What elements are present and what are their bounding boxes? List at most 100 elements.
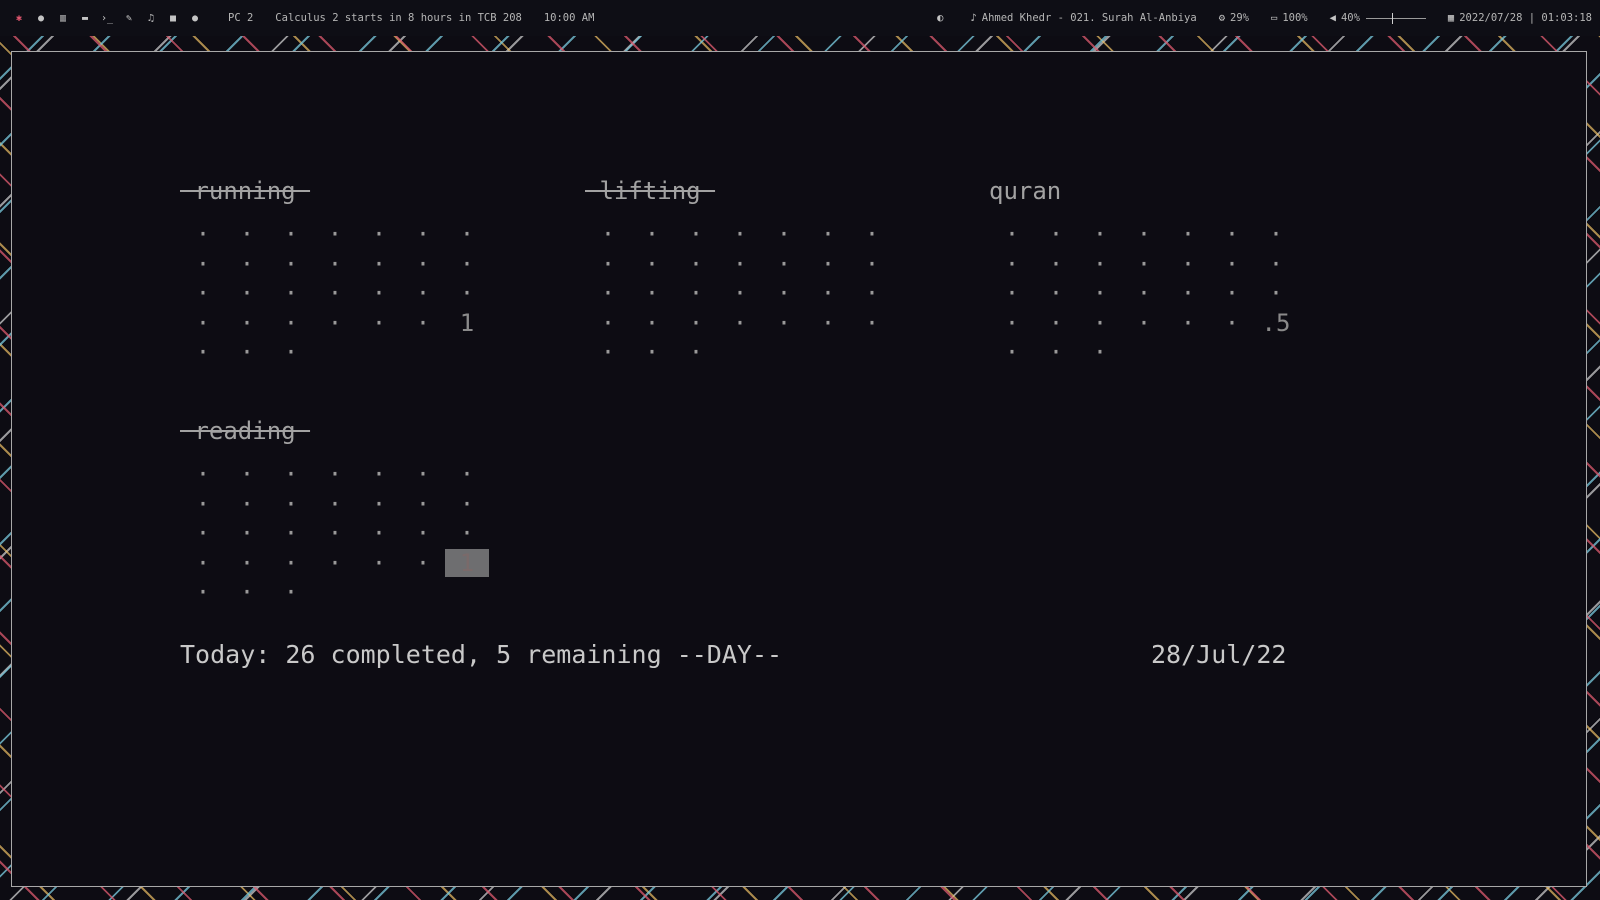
habit-day-cell[interactable]: ·: [1122, 250, 1166, 278]
habit-day-cell[interactable]: ·: [445, 250, 489, 278]
habit-day-cell[interactable]: ·: [850, 279, 894, 307]
habit-day-cell[interactable]: ·: [630, 279, 674, 307]
habit-title[interactable]: quran: [989, 177, 1061, 205]
habit-day-cell[interactable]: ·: [313, 220, 357, 248]
habit-day-cell[interactable]: ·: [181, 279, 225, 307]
edit-icon[interactable]: ✎: [118, 13, 140, 24]
habit-day-cell[interactable]: ·: [1210, 279, 1254, 307]
habit-day-cell[interactable]: ·: [401, 250, 445, 278]
habit-day-cell[interactable]: ·: [990, 220, 1034, 248]
habit-day-cell[interactable]: ·: [674, 279, 718, 307]
habit-day-cell[interactable]: ·: [762, 309, 806, 337]
habit-day-cell[interactable]: ·: [269, 490, 313, 518]
habit-day-cell[interactable]: ·: [1034, 338, 1078, 366]
habit-day-cell[interactable]: ·: [401, 549, 445, 577]
habit-day-cell[interactable]: ·: [1122, 309, 1166, 337]
habit-day-cell[interactable]: ·: [718, 279, 762, 307]
habit-day-cell[interactable]: ·: [718, 250, 762, 278]
habit-day-cell[interactable]: ·: [225, 220, 269, 248]
habit-title[interactable]: running: [180, 177, 310, 205]
habit-day-cell[interactable]: ·: [806, 279, 850, 307]
habit-day-cell[interactable]: ·: [1034, 279, 1078, 307]
habit-day-cell[interactable]: ·: [586, 279, 630, 307]
habit-day-cell[interactable]: ·: [181, 460, 225, 488]
app-menu-icon[interactable]: ✱: [8, 13, 30, 24]
habit-day-cell[interactable]: ·: [401, 519, 445, 547]
habit-day-cell[interactable]: ·: [1210, 250, 1254, 278]
habit-day-cell[interactable]: ·: [357, 309, 401, 337]
habit-day-cell[interactable]: ·: [762, 250, 806, 278]
habit-day-cell[interactable]: ·: [806, 220, 850, 248]
habit-day-cell[interactable]: ·: [806, 309, 850, 337]
habit-day-cell[interactable]: ·: [357, 519, 401, 547]
habit-day-cell[interactable]: .5: [1254, 309, 1298, 337]
habit-day-cell[interactable]: ·: [269, 460, 313, 488]
habit-day-cell[interactable]: ·: [718, 220, 762, 248]
habit-day-cell[interactable]: ·: [225, 338, 269, 366]
habit-day-cell[interactable]: ·: [674, 309, 718, 337]
habit-day-cell[interactable]: ·: [181, 309, 225, 337]
habit-day-cell[interactable]: ·: [401, 490, 445, 518]
habit-day-cell[interactable]: ·: [586, 309, 630, 337]
habit-day-cell[interactable]: ·: [630, 220, 674, 248]
habit-day-cell[interactable]: ·: [313, 460, 357, 488]
habit-day-cell[interactable]: ·: [1122, 279, 1166, 307]
habit-day-cell[interactable]: ·: [181, 549, 225, 577]
habit-day-cell[interactable]: ·: [1078, 279, 1122, 307]
habit-day-cell[interactable]: ·: [1034, 250, 1078, 278]
habit-day-cell[interactable]: ·: [313, 519, 357, 547]
habit-day-cell[interactable]: 1: [445, 548, 489, 577]
habit-day-cell[interactable]: ·: [357, 279, 401, 307]
habit-day-cell[interactable]: ·: [586, 338, 630, 366]
workspace-label[interactable]: PC 2: [228, 12, 253, 24]
clock[interactable]: ▦ 2022/07/28 | 01:03:18: [1448, 12, 1592, 24]
habit-title[interactable]: lifting: [585, 177, 715, 205]
habit-day-cell[interactable]: ·: [357, 549, 401, 577]
habit-day-cell[interactable]: ·: [401, 279, 445, 307]
habit-day-cell[interactable]: ·: [674, 250, 718, 278]
habit-day-cell[interactable]: ·: [674, 220, 718, 248]
habit-day-cell[interactable]: ·: [225, 279, 269, 307]
habit-day-cell[interactable]: ·: [1254, 220, 1298, 248]
habit-day-cell[interactable]: ·: [357, 460, 401, 488]
habit-day-cell[interactable]: ·: [181, 490, 225, 518]
volume-slider-knob[interactable]: [1391, 12, 1393, 24]
habit-day-cell[interactable]: ·: [1078, 338, 1122, 366]
habit-day-cell[interactable]: ·: [225, 250, 269, 278]
habit-day-cell[interactable]: ·: [1122, 220, 1166, 248]
habit-day-cell[interactable]: ·: [445, 220, 489, 248]
habit-day-cell[interactable]: ·: [1166, 279, 1210, 307]
now-playing[interactable]: ♪ Ahmed Khedr - 021. Surah Al-Anbiya: [970, 12, 1196, 24]
habit-day-cell[interactable]: ·: [225, 309, 269, 337]
habit-day-cell[interactable]: ·: [445, 279, 489, 307]
chat-icon[interactable]: ●: [184, 13, 206, 24]
habit-day-cell[interactable]: ·: [1166, 309, 1210, 337]
habit-day-cell[interactable]: ·: [1254, 279, 1298, 307]
habit-day-cell[interactable]: ·: [181, 220, 225, 248]
habit-day-cell[interactable]: ·: [225, 549, 269, 577]
habit-day-cell[interactable]: ·: [1034, 309, 1078, 337]
habit-day-cell[interactable]: ·: [225, 578, 269, 606]
volume-slider[interactable]: [1365, 12, 1426, 24]
habit-day-cell[interactable]: ·: [990, 279, 1034, 307]
habit-day-cell[interactable]: ·: [313, 309, 357, 337]
habit-title[interactable]: reading: [180, 417, 310, 445]
volume-control[interactable]: ◀ 40%: [1330, 12, 1426, 24]
habit-day-cell[interactable]: ·: [990, 338, 1034, 366]
habit-day-cell[interactable]: ·: [850, 220, 894, 248]
folder-icon[interactable]: ▬: [74, 13, 96, 24]
habit-day-cell[interactable]: ·: [586, 220, 630, 248]
habit-day-cell[interactable]: ·: [313, 279, 357, 307]
globe-icon[interactable]: ●: [30, 13, 52, 24]
habit-day-cell[interactable]: ·: [269, 220, 313, 248]
habit-day-cell[interactable]: ·: [401, 220, 445, 248]
habit-day-cell[interactable]: ·: [225, 460, 269, 488]
habit-day-cell[interactable]: ·: [401, 460, 445, 488]
habit-day-cell[interactable]: ·: [1210, 309, 1254, 337]
habit-day-cell[interactable]: ·: [445, 460, 489, 488]
habit-day-cell[interactable]: ·: [1210, 220, 1254, 248]
habit-day-cell[interactable]: ·: [357, 490, 401, 518]
habit-day-cell[interactable]: ·: [718, 309, 762, 337]
habit-day-cell[interactable]: ·: [269, 519, 313, 547]
habit-day-cell[interactable]: ·: [401, 309, 445, 337]
